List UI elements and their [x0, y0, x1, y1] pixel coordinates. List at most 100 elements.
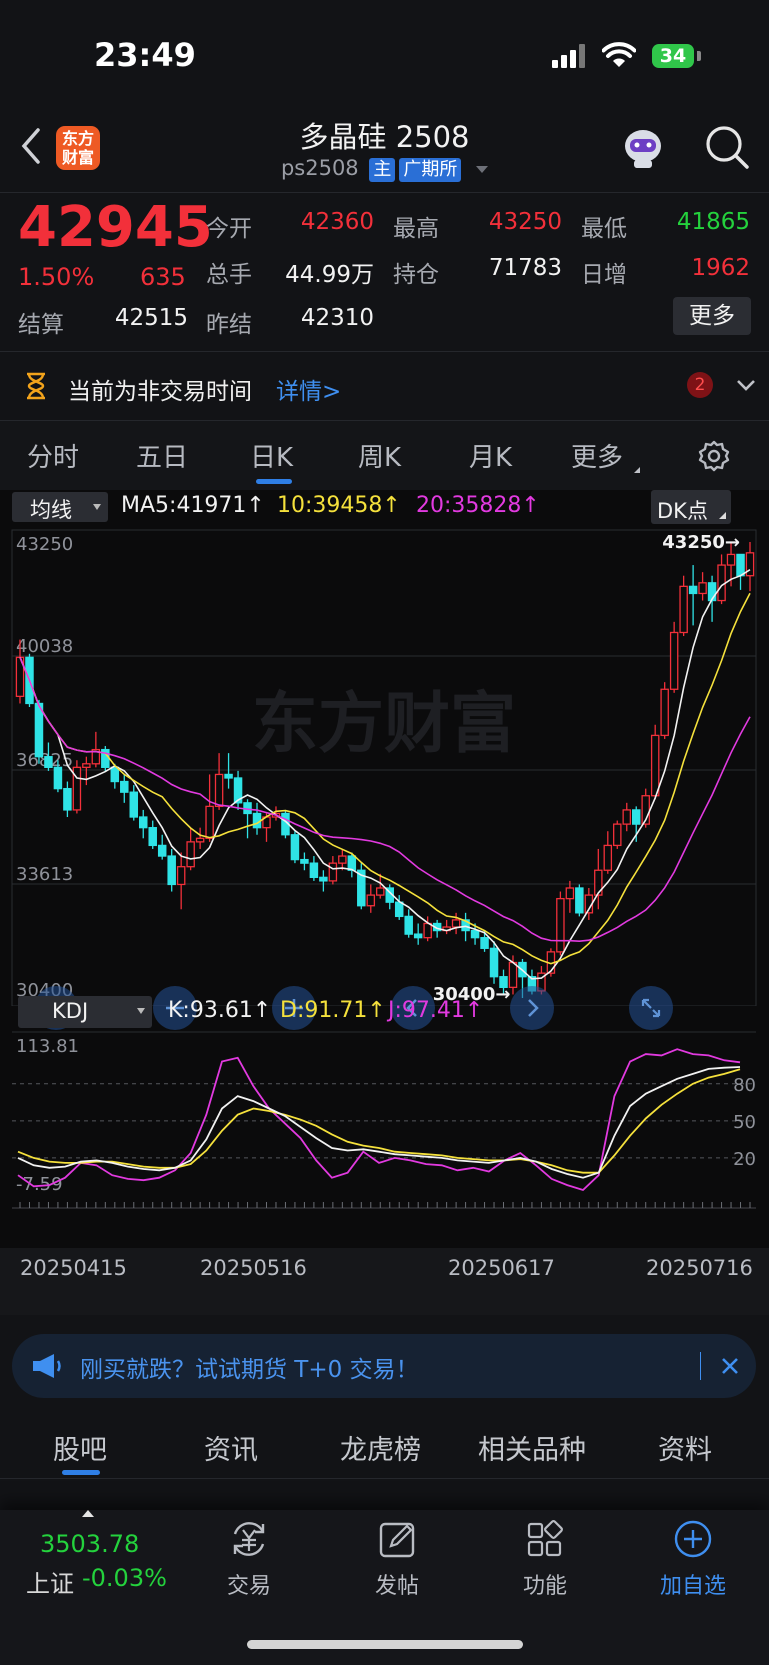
candle-up — [622, 809, 632, 825]
candle-down — [319, 876, 328, 882]
candle-down — [404, 915, 413, 935]
y-tick-label: 33613 — [16, 864, 73, 885]
candle-down — [252, 812, 262, 829]
kdj-indicator-select[interactable]: KDJ — [18, 996, 152, 1028]
robot-assistant-icon[interactable] — [620, 124, 666, 170]
candle-up — [565, 887, 575, 900]
nav-trade-label: 交易 — [226, 1574, 271, 1599]
x-date-label: 20250716 — [646, 1256, 753, 1280]
nav-functions[interactable]: 功能 — [495, 1518, 595, 1600]
promo-banner[interactable]: 刚买就跌？试试期货 T+0 交易！ — [12, 1334, 756, 1398]
nav-add-watchlist[interactable]: 加自选 — [643, 1518, 743, 1600]
candle-up — [717, 564, 726, 602]
banner-divider — [700, 1352, 701, 1380]
candle-down — [489, 947, 499, 978]
kdj-chart[interactable]: 113.81 -7.59 80 50 20 — [0, 1030, 769, 1248]
dk-points-select[interactable]: DK点 — [651, 490, 731, 524]
ma10-label: 10:39458↑ — [277, 493, 401, 518]
tab-forum[interactable]: 股吧 — [53, 1428, 107, 1467]
tab-monthly-k[interactable]: 月K — [469, 437, 512, 474]
candle-up — [613, 823, 622, 847]
candle-down — [148, 827, 157, 847]
battery-level: 34 — [659, 45, 687, 67]
kline-chart-area: 均线 MA5:41971↑ 10:39458↑ 20:35828↑ DK点 43… — [0, 490, 769, 1315]
daily-increase-label: 日增 — [581, 262, 627, 288]
tab-news[interactable]: 资讯 — [204, 1428, 258, 1467]
notice-details-link[interactable]: 详情> — [276, 372, 341, 406]
candle-up — [603, 844, 613, 871]
home-indicator — [247, 1640, 523, 1649]
candle-down — [34, 702, 44, 758]
corner-caret-icon — [719, 512, 726, 519]
kdj-y-min-label: -7.59 — [16, 1174, 63, 1195]
x-date-label: 20250415 — [20, 1256, 127, 1280]
notice-count-badge: 2 — [687, 372, 713, 398]
kdj-j-line — [17, 1048, 741, 1192]
volume-label: 总手 — [206, 262, 252, 288]
wifi-icon — [602, 42, 636, 67]
scroll-right-button[interactable] — [510, 986, 554, 1030]
more-quote-button[interactable]: 更多 — [673, 297, 751, 335]
index-value[interactable]: 3503.78 — [40, 1530, 139, 1558]
period-tabs: 分时 五日 日K 周K 月K 更多 — [0, 420, 769, 491]
chevron-right-icon — [528, 999, 539, 1017]
kdj-k-label: K:93.61↑ — [168, 998, 272, 1023]
tab-daily-k[interactable]: 日K — [250, 437, 293, 474]
tab-related[interactable]: 相关品种 — [478, 1428, 586, 1467]
kdj-ref-label: 50 — [733, 1112, 756, 1133]
dk-points-label: DK点 — [657, 499, 708, 523]
ma20-label: 20:35828↑ — [416, 493, 540, 518]
candle-down — [480, 937, 489, 949]
candle-up — [660, 688, 669, 737]
low-value: 41865 — [676, 209, 750, 235]
indicator-select[interactable]: 均线 — [12, 492, 108, 522]
kdj-select-label: KDJ — [52, 999, 89, 1023]
ma5-label: MA5:41971↑ — [121, 493, 265, 518]
kdj-j-label: J:97.41↑ — [388, 998, 484, 1023]
fullscreen-button[interactable] — [629, 986, 673, 1030]
kline-chart[interactable]: 4325040038368253361330400东方财富43250→30400… — [0, 526, 769, 1006]
exchange-tag: 广期所 — [399, 158, 462, 182]
position-value: 71783 — [488, 255, 562, 281]
tab-profile[interactable]: 资料 — [658, 1428, 712, 1467]
chevron-down-icon[interactable] — [736, 378, 756, 392]
candle-up — [451, 919, 461, 928]
trading-notice[interactable]: 当前为非交易时间 详情> 2 — [0, 352, 769, 420]
status-time: 23:49 — [94, 36, 196, 74]
candle-up — [679, 585, 688, 634]
caret-icon — [93, 504, 101, 510]
nav-functions-label: 功能 — [522, 1574, 567, 1599]
candle-up — [82, 763, 91, 768]
high-value: 43250 — [488, 209, 562, 235]
y-tick-label: 40038 — [16, 636, 73, 657]
nav-trade[interactable]: 交易 — [199, 1518, 299, 1600]
candle-up — [650, 734, 660, 797]
open-value: 42360 — [300, 209, 374, 235]
contract-code: ps2508 — [280, 156, 359, 180]
daily-increase-value: 1962 — [691, 255, 750, 281]
tab-more[interactable]: 更多 — [571, 437, 623, 474]
nav-post[interactable]: 发帖 — [347, 1518, 447, 1600]
search-icon[interactable] — [704, 124, 750, 170]
high-label: 最高 — [393, 216, 439, 242]
candle-up — [176, 866, 186, 886]
dropdown-caret-icon — [476, 165, 489, 173]
tab-five-day[interactable]: 五日 — [136, 437, 188, 474]
candle-down — [138, 816, 148, 829]
active-tab-indicator — [256, 479, 292, 484]
candle-up — [376, 887, 385, 896]
tab-leaderboard[interactable]: 龙虎榜 — [340, 1428, 421, 1467]
candle-up — [726, 553, 736, 566]
candle-up — [556, 897, 565, 953]
y-tick-label: 43250 — [16, 534, 73, 555]
battery-icon: 34 — [652, 44, 694, 68]
candle-up — [205, 805, 214, 839]
last-price: 42945 — [18, 195, 213, 260]
candle-down — [413, 933, 423, 939]
settings-gear-icon[interactable] — [697, 439, 731, 473]
close-icon[interactable] — [718, 1354, 742, 1378]
tab-intraday[interactable]: 分时 — [27, 437, 79, 474]
candle-down — [309, 862, 319, 878]
tab-weekly-k[interactable]: 周K — [358, 437, 401, 474]
open-label: 今开 — [206, 216, 252, 242]
